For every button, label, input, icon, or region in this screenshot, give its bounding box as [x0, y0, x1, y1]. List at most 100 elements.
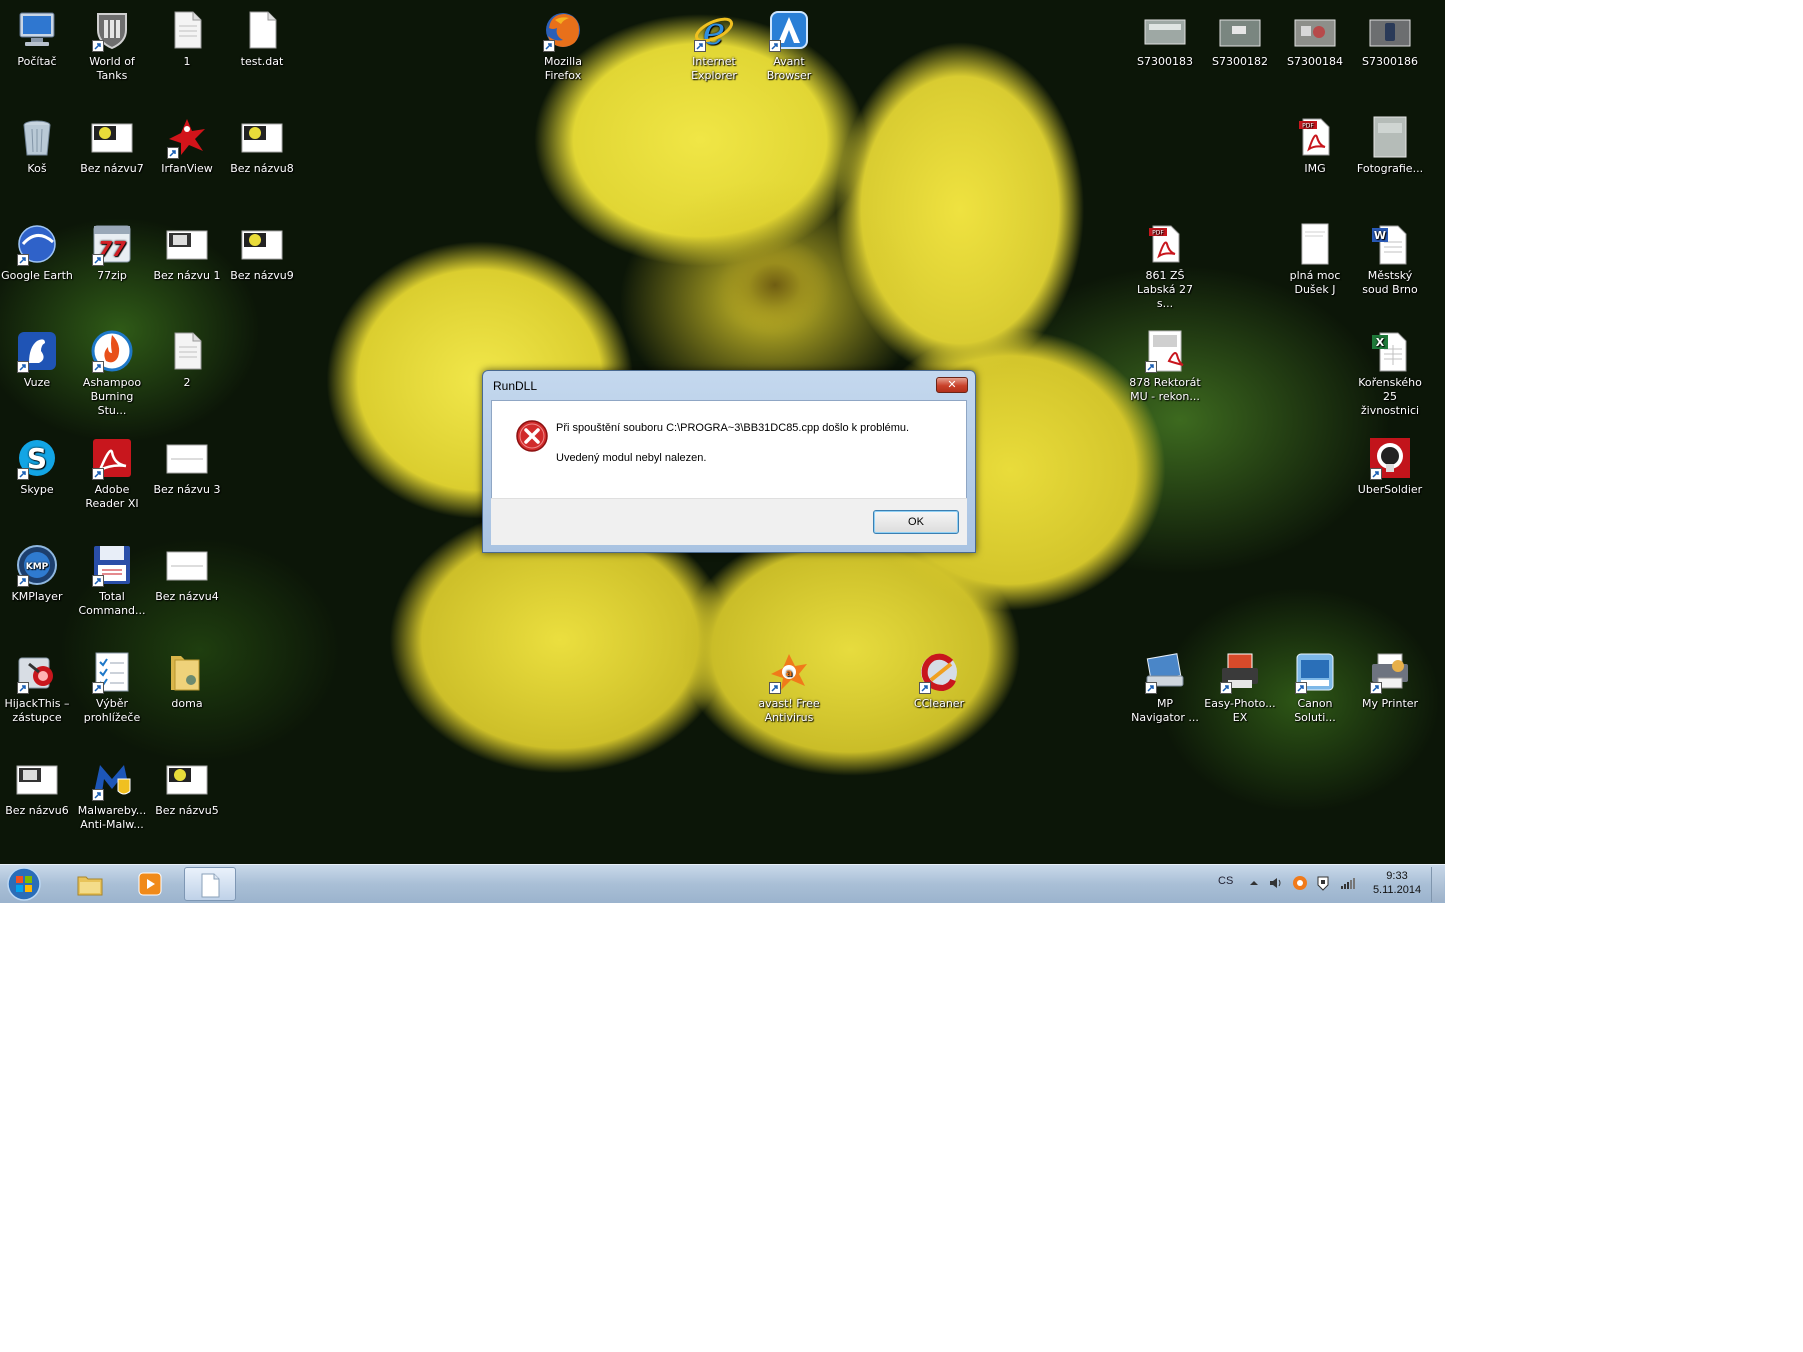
desktop-icon-label: doma: [171, 697, 203, 710]
desktop-icon-mp-navigator[interactable]: MP Navigator ...: [1129, 650, 1201, 725]
taskbar-explorer-button[interactable]: [64, 867, 116, 901]
action-center-icon[interactable]: [1315, 875, 1331, 891]
desktop-icon-plna-moc[interactable]: plná moc Dušek J: [1279, 222, 1351, 297]
desktop-icon-label: Koš: [27, 162, 47, 175]
desktop-icon-kos[interactable]: Koš: [1, 115, 73, 176]
shortcut-arrow-icon: [17, 468, 29, 480]
desktop-icon-label: Výběr prohlížeče: [83, 697, 141, 724]
desktop-icon-label: World of Tanks: [89, 55, 135, 82]
shortcut-arrow-icon: [92, 40, 104, 52]
desktop-icon-vyber-prohlizece[interactable]: Výběr prohlížeče: [76, 650, 148, 725]
desktop-icon-doma[interactable]: doma: [151, 650, 223, 711]
volume-icon[interactable]: [1268, 875, 1284, 891]
desktop-icon-google-earth[interactable]: Google Earth: [1, 222, 73, 283]
desktop-icon-bez-nazvu8[interactable]: Bez názvu8: [226, 115, 298, 176]
desktop-icon-label: S7300182: [1212, 55, 1268, 68]
desktop-icon-world-of-tanks[interactable]: World of Tanks: [76, 8, 148, 83]
media-player-icon: [138, 872, 162, 896]
desktop-icon-s7300182[interactable]: S7300182: [1204, 8, 1276, 69]
clock-date: 5.11.2014: [1372, 884, 1422, 896]
tray-language-indicator[interactable]: CS: [1218, 875, 1233, 887]
document-icon: [1293, 222, 1337, 266]
desktop-icon-ccleaner[interactable]: CCleaner: [903, 650, 975, 711]
desktop-icon-canon-solution[interactable]: Canon Soluti...: [1279, 650, 1351, 725]
desktop-icon-878-rektorat[interactable]: 878 Rektorát MU - rekon...: [1129, 329, 1201, 404]
desktop-icon-label: Bez názvu7: [80, 162, 144, 175]
desktop-icon-adobe-reader[interactable]: Adobe Reader XI: [76, 436, 148, 511]
desktop-icon-1[interactable]: 1: [151, 8, 223, 69]
adobe-reader-icon: [90, 436, 134, 480]
desktop-icon-s7300184[interactable]: S7300184: [1279, 8, 1351, 69]
desktop-icon-mestsky-soud-brno[interactable]: W Městský soud Brno: [1354, 222, 1426, 297]
desktop-icon-label: IrfanView: [161, 162, 213, 175]
desktop-icon-label: S7300184: [1287, 55, 1343, 68]
tray-show-hidden-icon[interactable]: [1246, 875, 1262, 891]
desktop-icon-fotografie[interactable]: Fotografie...: [1354, 115, 1426, 176]
printer-icon: [1368, 650, 1412, 694]
desktop-icon-easy-photo[interactable]: Easy-Photo... EX: [1204, 650, 1276, 725]
desktop-icon-avast[interactable]: a avast! Free Antivirus: [753, 650, 825, 725]
show-desktop-button[interactable]: [1431, 867, 1444, 902]
desktop-icon-test-dat[interactable]: test.dat: [226, 8, 298, 69]
dialog-footer: OK: [491, 498, 967, 545]
desktop-icon-my-printer[interactable]: My Printer: [1354, 650, 1426, 711]
shortcut-arrow-icon: [92, 575, 104, 587]
desktop-icon-label: Adobe Reader XI: [85, 483, 139, 510]
desktop-icon-bez-nazvu5[interactable]: Bez názvu5: [151, 757, 223, 818]
pdf-icon: [1143, 329, 1187, 373]
shortcut-arrow-icon: [769, 682, 781, 694]
desktop-icon-label: S7300186: [1362, 55, 1418, 68]
desktop-icon-pocitac[interactable]: Počítač: [1, 8, 73, 69]
shortcut-arrow-icon: [17, 575, 29, 587]
desktop-icon-malwarebytes[interactable]: Malwareby... Anti-Malw...: [76, 757, 148, 832]
desktop-icon-skype[interactable]: S Skype: [1, 436, 73, 497]
windows-start-icon[interactable]: [6, 866, 42, 902]
desktop-icon-img[interactable]: PDF IMG: [1279, 115, 1351, 176]
desktop-icon-vuze[interactable]: Vuze: [1, 329, 73, 390]
desktop-icon-bez-nazvu4[interactable]: Bez názvu4: [151, 543, 223, 604]
desktop-icon-bez-nazvu6[interactable]: Bez názvu6: [1, 757, 73, 818]
desktop-icon-label: Internet Explorer: [691, 55, 737, 82]
desktop-icon-label: Google Earth: [1, 269, 73, 282]
desktop-icon-bez-nazvu-1[interactable]: Bez názvu 1: [151, 222, 223, 283]
desktop-icon-bez-nazvu9[interactable]: Bez názvu9: [226, 222, 298, 283]
taskbar-media-player-button[interactable]: [124, 867, 176, 901]
desktop-icon-mozilla-firefox[interactable]: Mozilla Firefox: [527, 8, 599, 83]
desktop-icon-label: Bez názvu5: [155, 804, 219, 817]
desktop-icon-77zip[interactable]: 77 77zip: [76, 222, 148, 283]
desktop-icon-internet-explorer[interactable]: e Internet Explorer: [678, 8, 750, 83]
desktop-icon-label: Bez názvu9: [230, 269, 294, 282]
desktop-icon-avant-browser[interactable]: Avant Browser: [753, 8, 825, 83]
desktop-icon-861-zs-labska[interactable]: PDF 861 ZŠ Labská 27 s...: [1129, 222, 1201, 311]
taskbar-notepad-button[interactable]: [184, 867, 236, 901]
desktop-icon-ashampoo[interactable]: Ashampoo Burning Stu...: [76, 329, 148, 418]
network-signal-icon[interactable]: [1340, 875, 1356, 891]
desktop-icon-bez-nazvu-3[interactable]: Bez názvu 3: [151, 436, 223, 497]
dialog-close-button[interactable]: ✕: [936, 377, 968, 393]
ccleaner-icon: [917, 650, 961, 694]
avast-tray-icon[interactable]: [1292, 875, 1308, 891]
desktop-icon-hijackthis[interactable]: HijackThis – zástupce: [1, 650, 73, 725]
desktop-icon-bez-nazvu7[interactable]: Bez názvu7: [76, 115, 148, 176]
tray-clock[interactable]: 9:33 5.11.2014: [1364, 869, 1430, 897]
desktop-icon-label: Kořenského 25 živnostnici: [1358, 376, 1422, 417]
desktop-icon-label: Skype: [20, 483, 54, 496]
explorer-icon: [77, 876, 103, 896]
desktop-icon-irfanview[interactable]: IrfanView: [151, 115, 223, 176]
desktop-icon-ubersoldier[interactable]: UberSoldier: [1354, 436, 1426, 497]
error-icon: [515, 419, 549, 453]
avast-icon: a: [767, 650, 811, 694]
desktop-icon-s7300186[interactable]: S7300186: [1354, 8, 1426, 69]
ok-button[interactable]: OK: [873, 510, 959, 534]
desktop-icon-kmplayer[interactable]: KMP KMPlayer: [1, 543, 73, 604]
dialog-title: RunDLL: [493, 379, 538, 393]
desktop-icon-s7300183[interactable]: S7300183: [1129, 8, 1201, 69]
desktop-icon-label: test.dat: [240, 55, 284, 68]
desktop-icon-label: Městský soud Brno: [1362, 269, 1418, 296]
desktop-icon-label: Easy-Photo... EX: [1204, 697, 1276, 724]
desktop-icon-total-commander[interactable]: Total Command...: [76, 543, 148, 618]
shortcut-arrow-icon: [17, 254, 29, 266]
checklist-icon: [90, 650, 134, 694]
desktop-icon-korenskeho[interactable]: X Kořenského 25 živnostnici: [1354, 329, 1426, 418]
desktop-icon-2[interactable]: 2: [151, 329, 223, 390]
